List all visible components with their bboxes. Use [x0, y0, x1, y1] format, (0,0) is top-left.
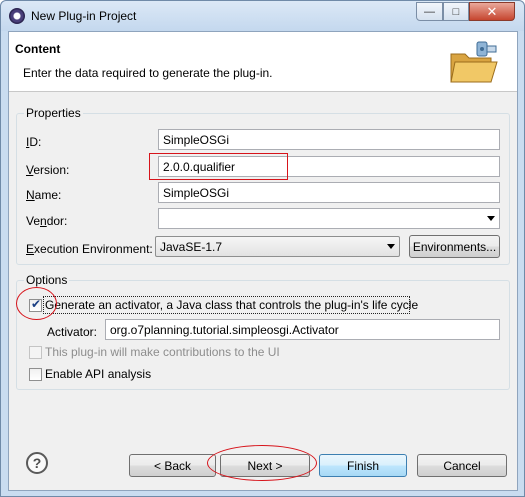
environments-button[interactable]: Environments...: [409, 235, 500, 258]
activator-field[interactable]: org.o7planning.tutorial.simpleosgi.Activ…: [105, 319, 500, 340]
ui-contributions-label: This plug-in will make contributions to …: [45, 345, 280, 359]
back-button-label: < Back: [153, 458, 192, 473]
version-highlight-annotation: [149, 153, 288, 180]
checkbox-highlight-annotation: [16, 287, 57, 320]
cancel-button-label: Cancel: [443, 458, 481, 473]
execution-environment-label: Execution Environment:: [26, 242, 153, 256]
options-legend: Options: [24, 273, 70, 287]
close-button[interactable]: ✕: [469, 2, 515, 21]
cancel-button[interactable]: Cancel: [417, 454, 507, 477]
execution-environment-combo[interactable]: JavaSE-1.7: [155, 236, 400, 257]
dialog-client: Content Enter the data required to gener…: [8, 31, 518, 491]
window-title: New Plug-in Project: [31, 9, 137, 23]
back-button[interactable]: < Back: [129, 454, 216, 477]
title-bar: New Plug-in Project — □ ✕: [1, 1, 524, 31]
help-icon[interactable]: ?: [26, 452, 48, 474]
id-label: ID:: [26, 135, 42, 149]
api-analysis-label[interactable]: Enable API analysis: [45, 367, 151, 381]
maximize-button[interactable]: □: [443, 2, 469, 21]
environments-button-label: Environments...: [412, 239, 497, 254]
eclipse-icon: [9, 8, 25, 24]
page-title: Content: [15, 42, 61, 56]
chevron-down-icon: [387, 244, 395, 249]
ui-contributions-checkbox[interactable]: [29, 346, 42, 359]
wizard-header: Content Enter the data required to gener…: [9, 32, 517, 92]
page-description: Enter the data required to generate the …: [23, 66, 273, 80]
vendor-combo[interactable]: [158, 208, 500, 229]
api-analysis-checkbox[interactable]: [29, 368, 42, 381]
minimize-button[interactable]: —: [416, 2, 443, 21]
plugin-folder-icon: [450, 41, 498, 83]
generate-activator-label[interactable]: Generate an activator, a Java class that…: [45, 298, 418, 312]
name-field[interactable]: SimpleOSGi: [158, 182, 500, 203]
name-label: Name:: [26, 188, 62, 202]
finish-button[interactable]: Finish: [319, 454, 407, 477]
properties-legend: Properties: [24, 106, 83, 120]
maximize-icon: □: [452, 5, 460, 18]
id-field[interactable]: SimpleOSGi: [158, 129, 500, 150]
next-highlight-annotation: [207, 445, 317, 481]
vendor-label: Vendor:: [26, 214, 68, 228]
minimize-icon: —: [424, 5, 435, 18]
version-label: Version:: [26, 163, 70, 177]
dialog-window: New Plug-in Project — □ ✕ Content Enter …: [0, 0, 525, 497]
finish-button-label: Finish: [346, 458, 379, 473]
chevron-down-icon: [487, 216, 495, 221]
activator-label: Activator:: [47, 325, 98, 339]
close-icon: ✕: [486, 3, 498, 19]
execution-environment-value: JavaSE-1.7: [160, 240, 223, 254]
wizard-body: Properties ID: SimpleOSGi Version: 2.0.0…: [9, 93, 517, 490]
